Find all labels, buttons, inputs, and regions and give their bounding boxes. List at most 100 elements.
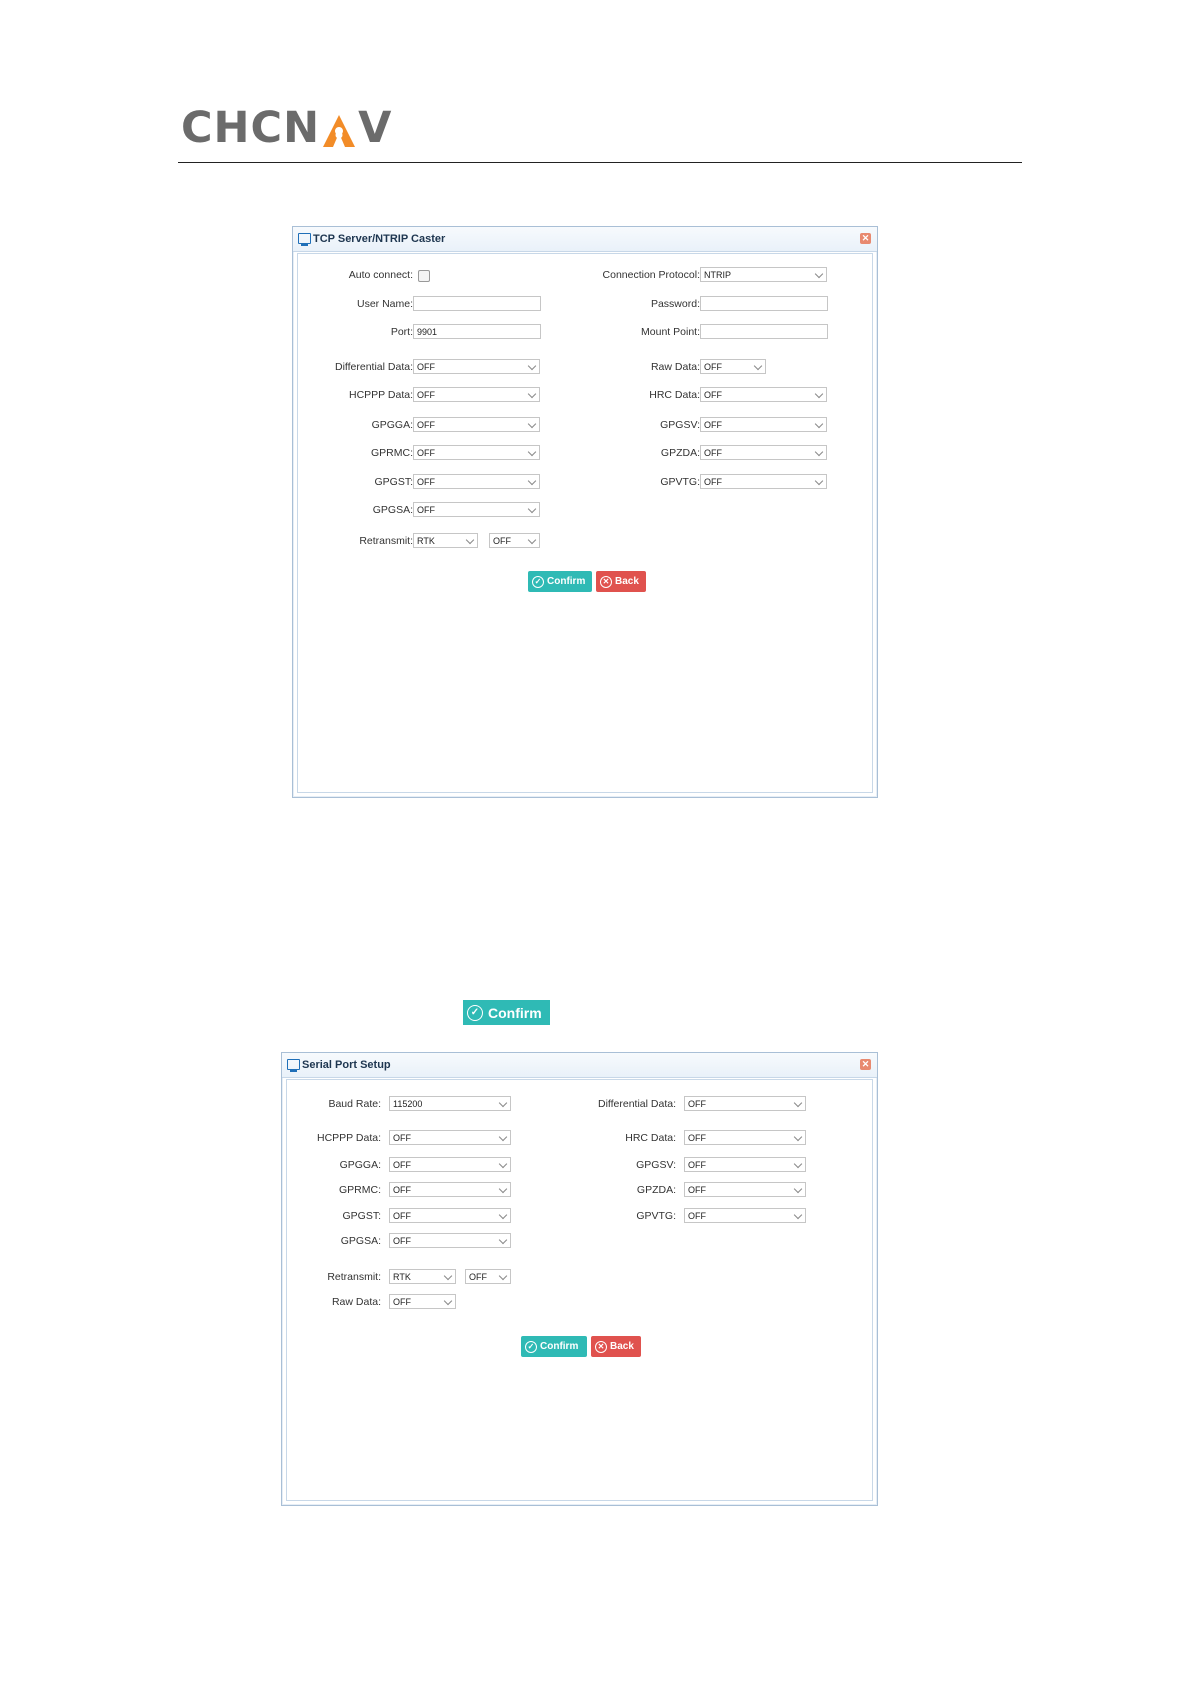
hcppp-data-select[interactable]: OFF — [389, 1130, 511, 1145]
check-circle-icon: ✓ — [525, 1340, 537, 1353]
mount-point-label: Mount Point: — [641, 326, 700, 338]
baud-rate-select[interactable]: 115200 — [389, 1096, 511, 1111]
chevron-down-icon — [498, 1271, 508, 1281]
chcnav-logo: CHCN V — [181, 103, 393, 153]
gpgga-select[interactable]: OFF — [413, 417, 540, 432]
retransmit-value-select[interactable]: OFF — [489, 533, 540, 548]
chevron-down-icon — [465, 535, 475, 545]
dialog-title: TCP Server/NTRIP Caster — [313, 233, 446, 245]
monitor-icon — [298, 232, 311, 246]
gpgst-select[interactable]: OFF — [413, 474, 540, 489]
gpzda-select[interactable]: OFF — [700, 445, 827, 460]
gpgsa-select[interactable]: OFF — [413, 502, 540, 517]
chevron-down-icon — [527, 504, 537, 514]
port-label: Port: — [390, 326, 413, 338]
raw-data-select[interactable]: OFF — [389, 1294, 456, 1309]
chevron-down-icon — [527, 535, 537, 545]
dialog-body: Baud Rate: 115200 HCPPP Data: OFF GPGGA:… — [286, 1079, 873, 1501]
retransmit-label: Retransmit: — [359, 535, 413, 547]
chevron-down-icon — [753, 361, 763, 371]
gpgsv-select[interactable]: OFF — [684, 1157, 806, 1172]
raw-data-label: Raw Data: — [650, 361, 700, 373]
chevron-down-icon — [527, 361, 537, 371]
gpgsv-label: GPGSV: — [660, 419, 700, 431]
gpzda-label: GPZDA: — [636, 1184, 676, 1196]
hrc-data-select[interactable]: OFF — [684, 1130, 806, 1145]
chevron-down-icon — [527, 476, 537, 486]
chevron-down-icon — [814, 447, 824, 457]
hcppp-data-select[interactable]: OFF — [413, 387, 540, 402]
mount-point-input[interactable] — [700, 324, 828, 339]
gpgsv-select[interactable]: OFF — [700, 417, 827, 432]
gpvtg-select[interactable]: OFF — [684, 1208, 806, 1223]
gpvtg-select[interactable]: OFF — [700, 474, 827, 489]
user-name-label: User Name: — [356, 298, 413, 310]
chevron-down-icon — [498, 1159, 508, 1169]
close-circle-icon: ✕ — [595, 1340, 607, 1353]
gpzda-label: GPZDA: — [660, 447, 700, 459]
chevron-down-icon — [498, 1210, 508, 1220]
confirm-button[interactable]: ✓ Confirm — [528, 571, 592, 592]
gpgsa-select[interactable]: OFF — [389, 1233, 511, 1248]
chevron-down-icon — [498, 1235, 508, 1245]
gpgst-label: GPGST: — [342, 1210, 381, 1222]
standalone-confirm-button: ✓ Confirm — [463, 1000, 550, 1025]
hrc-data-select[interactable]: OFF — [700, 387, 827, 402]
hcppp-data-label: HCPPP Data: — [317, 1132, 381, 1144]
close-icon[interactable]: ✕ — [860, 1059, 871, 1070]
confirm-button[interactable]: ✓ Confirm — [521, 1336, 587, 1357]
raw-data-label: Raw Data: — [331, 1296, 381, 1308]
raw-data-select[interactable]: OFF — [700, 359, 766, 374]
chevron-down-icon — [793, 1159, 803, 1169]
differential-data-select[interactable]: OFF — [684, 1096, 806, 1111]
chevron-down-icon — [498, 1132, 508, 1142]
check-circle-icon: ✓ — [532, 575, 544, 588]
gpgga-label: GPGGA: — [339, 1159, 381, 1171]
header-divider — [178, 162, 1022, 163]
gpvtg-label: GPVTG: — [636, 1210, 676, 1222]
gprmc-label: GPRMC: — [339, 1184, 381, 1196]
check-circle-icon: ✓ — [467, 1004, 483, 1021]
connection-protocol-select[interactable]: NTRIP — [700, 267, 827, 282]
tcp-server-dialog: TCP Server/NTRIP Caster ✕ Auto connect: … — [292, 226, 878, 798]
password-input[interactable] — [700, 296, 828, 311]
chevron-down-icon — [443, 1271, 453, 1281]
retransmit-label: Retransmit: — [327, 1271, 381, 1283]
chevron-down-icon — [793, 1184, 803, 1194]
dialog-header: TCP Server/NTRIP Caster ✕ — [293, 227, 877, 252]
retransmit-type-select[interactable]: RTK — [413, 533, 478, 548]
back-button[interactable]: ✕ Back — [591, 1336, 641, 1357]
user-name-input[interactable] — [413, 296, 541, 311]
gprmc-select[interactable]: OFF — [413, 445, 540, 460]
differential-data-select[interactable]: OFF — [413, 359, 540, 374]
dialog-title: Serial Port Setup — [302, 1059, 391, 1071]
gpgst-label: GPGST: — [374, 476, 413, 488]
retransmit-value-select[interactable]: OFF — [465, 1269, 511, 1284]
chevron-down-icon — [814, 389, 824, 399]
differential-data-label: Differential Data: — [334, 361, 413, 373]
chevron-down-icon — [793, 1098, 803, 1108]
auto-connect-checkbox[interactable] — [418, 270, 430, 282]
hcppp-data-label: HCPPP Data: — [349, 389, 413, 401]
gpgsa-label: GPGSA: — [340, 1235, 381, 1247]
gpgga-select[interactable]: OFF — [389, 1157, 511, 1172]
chevron-down-icon — [498, 1098, 508, 1108]
gprmc-select[interactable]: OFF — [389, 1182, 511, 1197]
hrc-data-label: HRC Data: — [649, 389, 700, 401]
back-button[interactable]: ✕ Back — [596, 571, 646, 592]
gpgst-select[interactable]: OFF — [389, 1208, 511, 1223]
chevron-down-icon — [498, 1184, 508, 1194]
logo-text-right: V — [358, 103, 393, 153]
dialog-body: Auto connect: User Name: Port: 9901 Diff… — [297, 253, 873, 793]
gprmc-label: GPRMC: — [371, 447, 413, 459]
dialog-header: Serial Port Setup ✕ — [282, 1053, 877, 1078]
chevron-down-icon — [527, 389, 537, 399]
gpzda-select[interactable]: OFF — [684, 1182, 806, 1197]
chevron-down-icon — [793, 1132, 803, 1142]
chevron-down-icon — [527, 419, 537, 429]
close-circle-icon: ✕ — [600, 575, 612, 588]
retransmit-type-select[interactable]: RTK — [389, 1269, 456, 1284]
chevron-down-icon — [793, 1210, 803, 1220]
port-input[interactable]: 9901 — [413, 324, 541, 339]
close-icon[interactable]: ✕ — [860, 233, 871, 244]
